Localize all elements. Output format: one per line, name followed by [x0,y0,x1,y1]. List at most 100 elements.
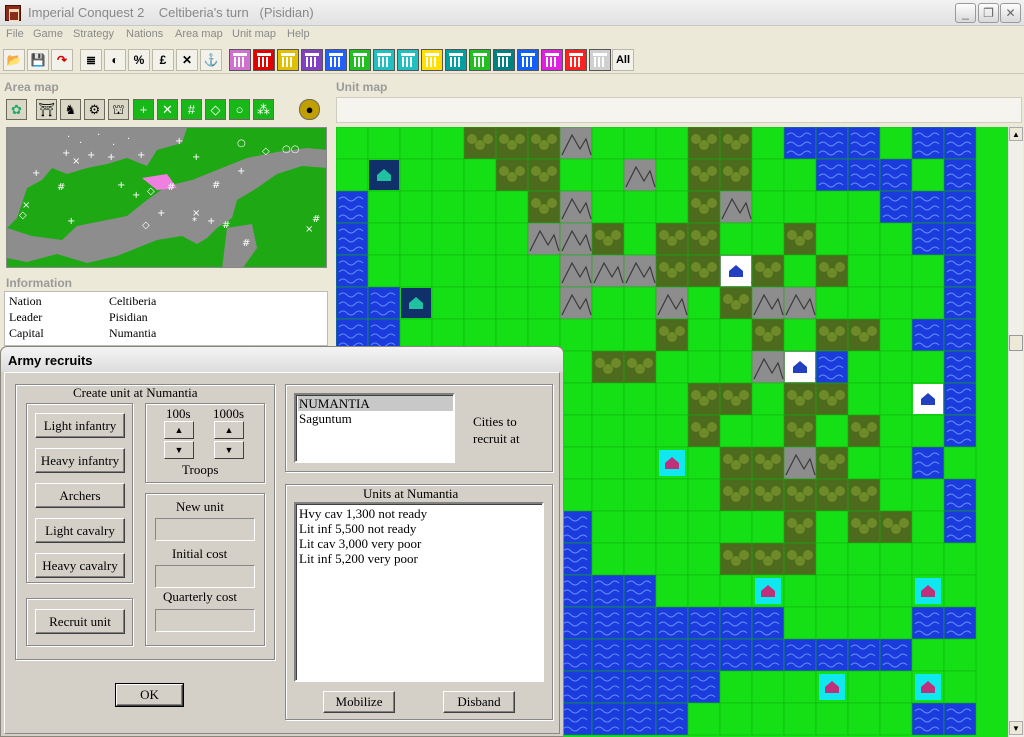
nation-14-icon[interactable] [541,49,563,71]
units-list[interactable]: Hvy cav 1,300 not ready Lit inf 5,500 no… [294,502,544,682]
scroll-up-icon[interactable]: ▲ [1009,127,1023,141]
svg-text:+: + [132,190,140,201]
menu-help[interactable]: Help [287,28,310,40]
diamond-icon[interactable]: ◇ [205,99,226,120]
nation-6-icon[interactable] [349,49,371,71]
info-value: Pisidian [109,310,148,324]
info-value: Numantia [109,326,157,340]
nation-8-icon[interactable] [397,49,419,71]
title-bar: Imperial Conquest 2 Celtiberia's turn (P… [0,0,1024,26]
list-icon[interactable]: ≣ [80,49,102,71]
thousands-up-icon[interactable]: ▲ [214,421,244,439]
all-nations-button[interactable]: All [612,49,634,71]
unit-item[interactable]: Lit inf 5,500 not ready [298,521,416,536]
information-panel: Nation Celtiberia Leader Pisidian Capita… [4,291,328,346]
svg-text:·: · [97,130,100,141]
unit-item[interactable]: Lit inf 5,200 very poor [298,551,418,566]
svg-text:+: + [207,216,215,227]
nation-4-icon[interactable] [301,49,323,71]
unit-info-strip [336,97,1022,123]
maximize-button[interactable]: ❐ [978,3,999,23]
nation-11-icon[interactable] [469,49,491,71]
light-cavalry-button[interactable]: Light cavalry [35,518,125,543]
troops-label: Troops [182,462,219,477]
svg-text:+: + [87,150,95,161]
hundreds-down-icon[interactable]: ▼ [164,441,194,459]
nation-16-icon[interactable] [589,49,611,71]
nation-5-icon[interactable] [325,49,347,71]
light-infantry-button[interactable]: Light infantry [35,413,125,438]
nation-10-icon[interactable] [445,49,467,71]
stars-icon[interactable]: ⁂ [253,99,274,120]
quarterly-cost-field [155,609,255,632]
recruit-unit-button[interactable]: Recruit unit [35,609,125,634]
swords-icon[interactable]: ✕ [176,49,198,71]
unit-item[interactable]: Hvy cav 1,300 not ready [298,506,427,521]
heavy-infantry-button[interactable]: Heavy infantry [35,448,125,473]
mobilize-button[interactable]: Mobilize [323,691,395,713]
svg-text:+: + [175,136,183,147]
hundreds-up-icon[interactable]: ▲ [164,421,194,439]
menu-area-map[interactable]: Area map [175,28,223,40]
menu-strategy[interactable]: Strategy [73,28,114,40]
area-minimap[interactable]: · · · · · + + + + × + # × ◇ + + + ◇ # + × + # # + ◇ ○○ ○ + +… [6,127,327,268]
nation-1-icon[interactable] [229,49,251,71]
svg-text:#: # [57,182,65,193]
nation-3-icon[interactable] [277,49,299,71]
fort-icon[interactable]: ⛫ [108,99,129,120]
menu-nations[interactable]: Nations [126,28,163,40]
thousands-down-icon[interactable]: ▼ [214,441,244,459]
percent-icon[interactable]: % [128,49,150,71]
unit-map-scrollbar[interactable]: ▲ ▼ [1008,127,1023,737]
ok-button[interactable]: OK [115,683,184,707]
coin-icon[interactable]: ● [299,99,320,120]
menu-file[interactable]: File [6,28,24,40]
plus-icon[interactable]: + [133,99,154,120]
svg-text:+: + [192,152,200,163]
svg-text:×: × [72,156,80,167]
svg-text:·: · [127,134,130,145]
nation-13-icon[interactable] [517,49,539,71]
open-icon[interactable]: 📂 [3,49,25,71]
unit-item[interactable]: Lit cav 3,000 very poor [298,536,421,551]
city-item-numantia[interactable]: NUMANTIA [298,396,453,411]
minimize-button[interactable]: _ [955,3,976,23]
cities-list[interactable]: NUMANTIA Saguntum [294,393,455,463]
heavy-cavalry-button[interactable]: Heavy cavalry [35,553,125,578]
archers-button[interactable]: Archers [35,483,125,508]
svg-text:#: # [222,220,230,231]
anchor-icon[interactable]: ⚓ [200,49,222,71]
scroll-thumb[interactable] [1009,335,1023,351]
cross-icon[interactable]: ✕ [157,99,178,120]
gear-icon[interactable]: ⚙ [84,99,105,120]
menu-bar: File Game Strategy Nations Area map Unit… [0,26,1024,45]
city-item-saguntum[interactable]: Saguntum [298,411,352,426]
menu-game[interactable]: Game [33,28,63,40]
nation-12-icon[interactable] [493,49,515,71]
redo-icon[interactable]: ↷ [51,49,73,71]
scroll-down-icon[interactable]: ▼ [1009,721,1023,735]
circle-icon[interactable]: ○ [229,99,250,120]
save-icon[interactable]: 💾 [27,49,49,71]
nation-15-icon[interactable] [565,49,587,71]
quarterly-cost-label: Quarterly cost [163,589,238,604]
app-icon [5,5,21,21]
close-button[interactable]: ✕ [1000,3,1021,23]
cavalry-icon[interactable]: ♞ [60,99,81,120]
units-group-label: Units at Numantia [363,486,459,501]
disband-button[interactable]: Disband [443,691,515,713]
nation-9-icon[interactable] [421,49,443,71]
hash-icon[interactable]: # [181,99,202,120]
contrast-icon[interactable]: ◐ [104,49,126,71]
info-key: Nation [9,294,42,308]
svg-text:+: + [62,148,70,159]
pound-icon[interactable]: £ [152,49,174,71]
flower-icon[interactable]: ✿ [6,99,27,120]
toolbar: 📂 💾 ↷ ≣ ◐ % £ ✕ ⚓ All [0,46,1024,74]
temple-icon[interactable]: ⛩ [36,99,57,120]
nation-7-icon[interactable] [373,49,395,71]
svg-text:○○: ○○ [282,144,299,155]
menu-unit-map[interactable]: Unit map [232,28,276,40]
nation-2-icon[interactable] [253,49,275,71]
svg-text:○: ○ [237,138,246,149]
